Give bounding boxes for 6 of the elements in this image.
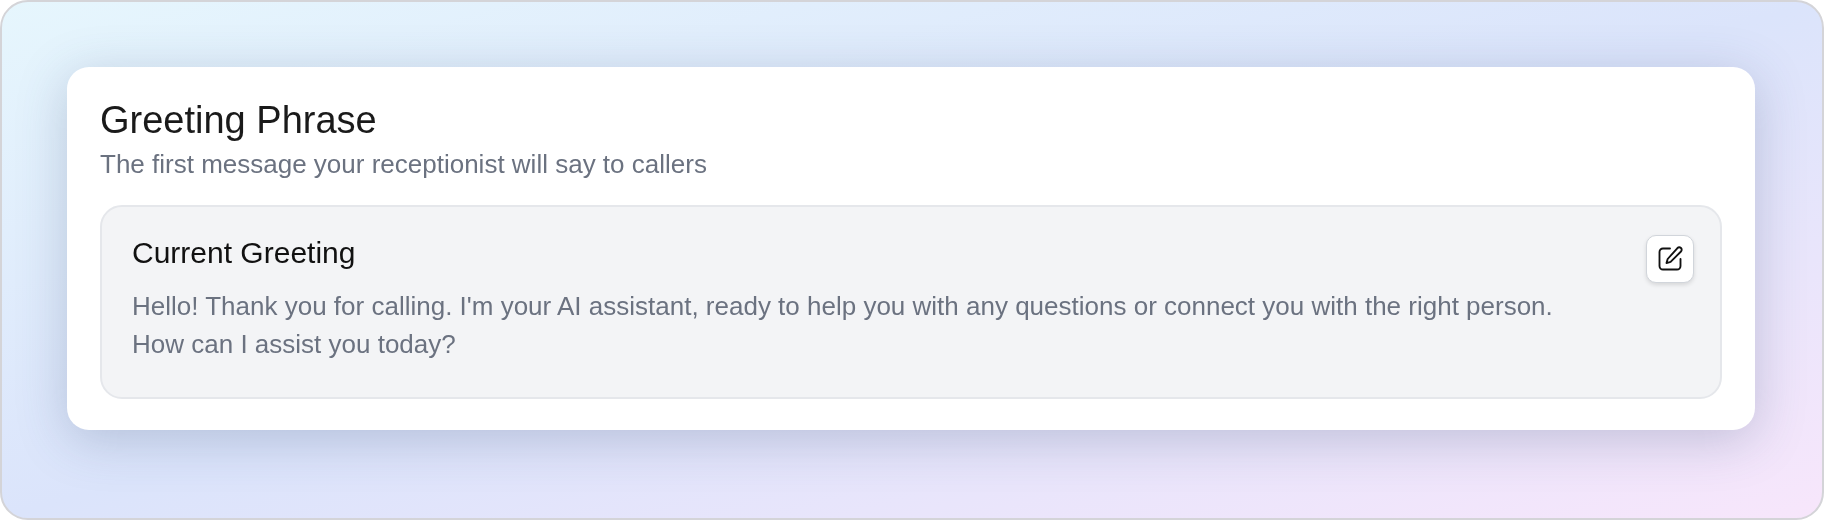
edit-icon xyxy=(1656,245,1684,273)
edit-button[interactable] xyxy=(1646,235,1694,283)
card-title: Greeting Phrase xyxy=(100,98,378,143)
card-subtitle: The first message your receptionist will say to callers xyxy=(100,148,708,181)
greeting-heading: Current Greeting xyxy=(132,235,357,271)
greeting-text: Hello! Thank you for calling. I'm your AI assistant, ready to help you with any questions or connect you with the right person. How can I assist you today? xyxy=(132,290,1554,361)
